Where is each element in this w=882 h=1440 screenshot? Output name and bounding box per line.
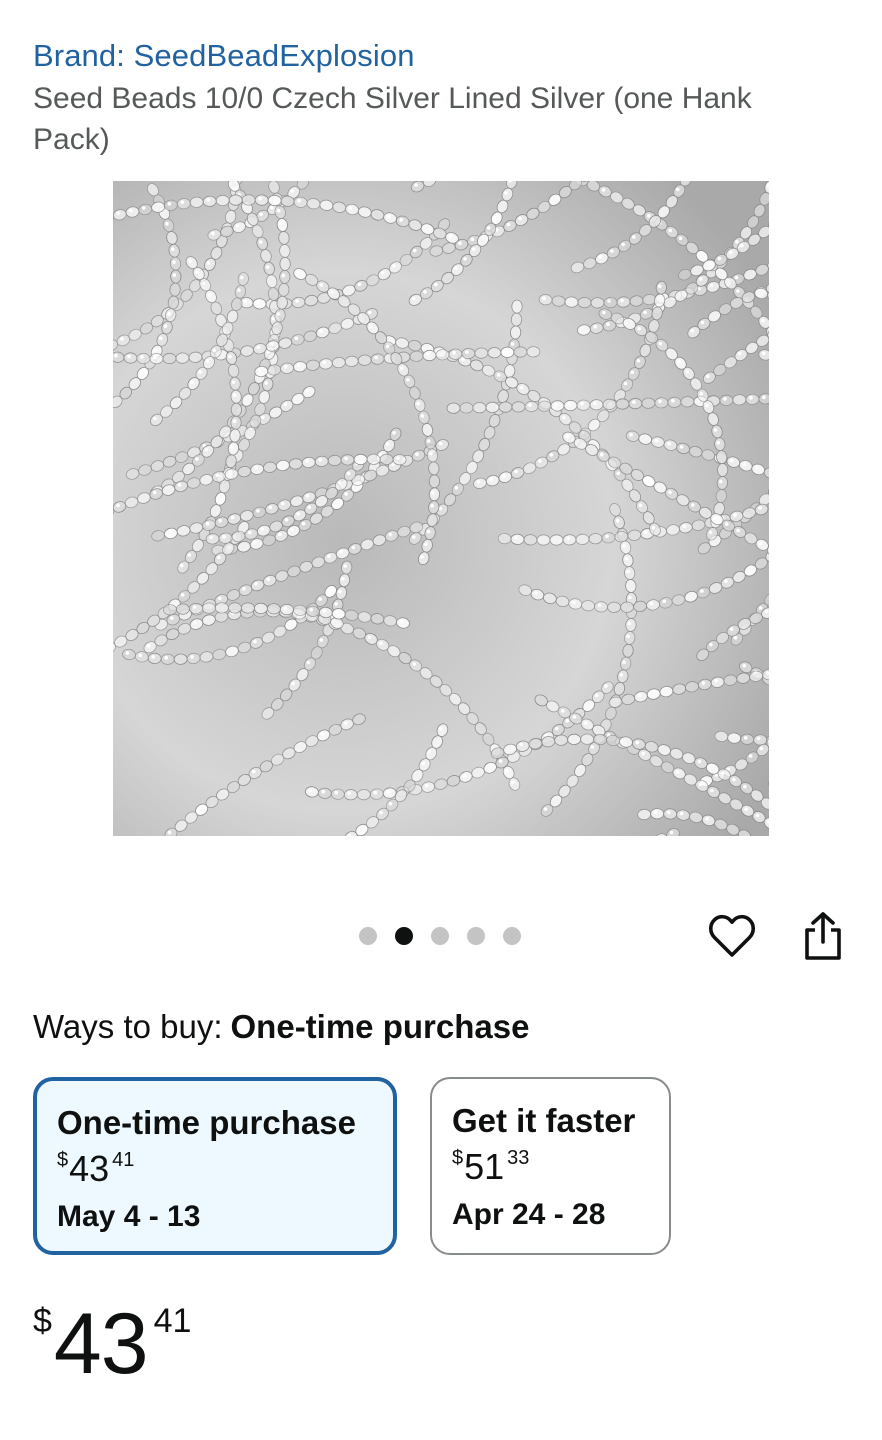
price-whole: 43 — [69, 1148, 110, 1189]
option-title: Get it faster — [452, 1102, 636, 1139]
product-page: Brand: SeedBeadExplosion Seed Beads 10/0… — [0, 0, 882, 1440]
ways-to-buy-selected: One-time purchase — [230, 1008, 530, 1045]
share-icon — [805, 912, 841, 960]
price-currency: $ — [57, 1149, 69, 1171]
price-whole: 51 — [464, 1146, 505, 1187]
product-title: Seed Beads 10/0 Czech Silver Lined Silve… — [33, 82, 752, 156]
price-currency: $ — [452, 1147, 464, 1169]
option-title: One-time purchase — [57, 1104, 356, 1141]
option-price: $ 43 41 — [57, 1145, 393, 1193]
ways-to-buy-heading: Ways to buy: One-time purchase — [33, 1008, 529, 1046]
heart-icon — [708, 914, 756, 957]
pagination-dot[interactable] — [359, 927, 377, 945]
price-whole: 43 — [53, 1296, 149, 1392]
pagination-dot[interactable] — [503, 927, 521, 945]
share-button[interactable] — [798, 910, 848, 962]
option-price: $ 51 33 — [452, 1143, 669, 1191]
ways-to-buy-label: Ways to buy: — [33, 1008, 223, 1045]
get-it-faster-option[interactable]: Get it faster $ 51 33 Apr 24 - 28 — [430, 1077, 671, 1255]
add-to-list-button[interactable] — [707, 910, 757, 962]
option-delivery-dates: May 4 - 13 — [57, 1200, 201, 1233]
option-delivery-dates: Apr 24 - 28 — [452, 1198, 606, 1231]
price-fraction: 41 — [153, 1302, 192, 1340]
price-currency: $ — [33, 1302, 52, 1340]
price-fraction: 33 — [507, 1147, 530, 1169]
product-photo — [113, 181, 769, 836]
pagination-dot[interactable] — [431, 927, 449, 945]
pagination-dot-active[interactable] — [395, 927, 413, 945]
product-price: $ 43 41 — [33, 1296, 191, 1392]
product-image[interactable] — [113, 181, 769, 836]
one-time-purchase-option[interactable]: One-time purchase $ 43 41 May 4 - 13 — [33, 1077, 397, 1255]
pagination-dot[interactable] — [467, 927, 485, 945]
image-pagination-dots — [359, 927, 521, 945]
brand-link[interactable]: Brand: SeedBeadExplosion — [33, 38, 415, 74]
price-fraction: 41 — [112, 1149, 135, 1171]
